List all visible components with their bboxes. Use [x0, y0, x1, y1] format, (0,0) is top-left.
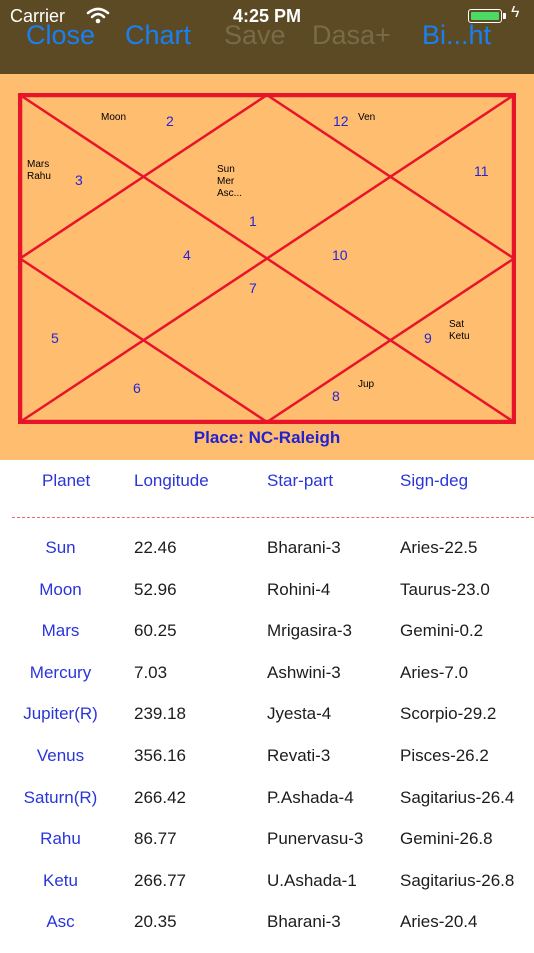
house-10-number: 10: [332, 247, 348, 263]
table-row: Mercury 7.03 Ashwini-3 Aries-7.0: [0, 663, 534, 704]
star-part-cell: Bharani-3: [267, 912, 341, 932]
house-1-number: 1: [249, 213, 257, 229]
longitude-cell: 356.16: [134, 746, 186, 765]
sign-deg-cell: Pisces-26.2: [400, 746, 489, 765]
planet-name-cell: Saturn(R): [23, 787, 98, 807]
header-star-part: Star-part: [267, 471, 334, 490]
birth-button[interactable]: Bi...ht: [422, 20, 491, 51]
longitude-cell: 266.77: [134, 870, 186, 890]
close-button[interactable]: Close: [26, 20, 95, 51]
planet-name-cell: Ketu: [43, 870, 78, 890]
star-part-cell: P.Ashada-4: [267, 787, 354, 807]
table-row: Jupiter(R) 239.18 Jyesta-4 Scorpio-29.2: [0, 704, 534, 745]
sign-deg-cell: Aries-20.4: [400, 912, 478, 932]
house-12-planets: Ven: [358, 112, 376, 123]
house-9-number: 9: [424, 330, 432, 346]
house-3-number: 3: [75, 172, 83, 188]
sign-deg-cell: Taurus-23.0: [400, 579, 490, 599]
table-row: Moon 52.96 Rohini-4 Taurus-23.0: [0, 580, 534, 621]
house-12-number: 12: [333, 113, 349, 129]
table-row: Venus 356.16 Revati-3 Pisces-26.2: [0, 746, 534, 787]
house-8-planets: Jup: [358, 379, 375, 390]
battery-tip: [503, 13, 506, 19]
longitude-cell: 86.77: [134, 829, 177, 849]
sign-deg-cell: Sagitarius-26.4: [400, 787, 515, 807]
planet-name-cell: Jupiter(R): [23, 704, 98, 724]
header-divider: [12, 517, 534, 518]
sign-deg-cell: Aries-7.0: [400, 662, 469, 682]
house-9-planets: Sat Ketu: [449, 319, 470, 342]
birth-chart-diagram: [18, 93, 516, 424]
longitude-cell: 52.96: [134, 579, 177, 599]
star-part-cell: Mrigasira-3: [267, 621, 353, 641]
save-button[interactable]: Save: [224, 20, 286, 51]
planet-name-cell: Mars: [41, 621, 80, 641]
star-part-cell: Ashwini-3: [267, 662, 341, 682]
house-11-number: 11: [474, 163, 489, 179]
planet-name-cell: Mercury: [29, 662, 92, 682]
table-row: Rahu 86.77 Punervasu-3 Gemini-26.8: [0, 829, 534, 870]
star-part-cell: U.Ashada-1: [267, 870, 357, 890]
longitude-cell: 239.18: [134, 704, 186, 724]
table-row: Saturn(R) 266.42 P.Ashada-4 Sagitarius-26.4: [0, 788, 534, 829]
house-8-number: 8: [332, 388, 340, 404]
house-3-planets: Mars Rahu: [27, 159, 51, 182]
sign-deg-cell: Aries-22.5: [400, 538, 478, 557]
table-row: Ketu 266.77 U.Ashada-1 Sagitarius-26.8: [0, 871, 534, 912]
charging-icon: ϟ: [511, 4, 520, 21]
dasa-button[interactable]: Dasa+: [312, 20, 391, 51]
table-row: Mars 60.25 Mrigasira-3 Gemini-0.2: [0, 621, 534, 662]
house-1-planets: Sun Mer Asc...: [217, 164, 243, 199]
sign-deg-cell: Sagitarius-26.8: [400, 870, 515, 890]
house-5-number: 5: [51, 330, 59, 346]
star-part-cell: Rohini-4: [267, 579, 331, 599]
house-7-number: 7: [249, 280, 257, 296]
planet-name-cell: Sun: [45, 538, 76, 557]
star-part-cell: Jyesta-4: [267, 704, 332, 724]
longitude-cell: 7.03: [134, 662, 168, 682]
longitude-cell: 20.35: [134, 912, 177, 932]
planet-name-cell: Venus: [36, 746, 85, 765]
place-label: Place: NC-Raleigh: [193, 428, 341, 447]
longitude-cell: 22.46: [134, 538, 177, 557]
header-planet: Planet: [42, 471, 91, 490]
longitude-cell: 60.25: [134, 621, 177, 641]
star-part-cell: Revati-3: [267, 746, 331, 765]
house-2-planets: Moon: [101, 112, 127, 123]
star-part-cell: Bharani-3: [267, 538, 341, 557]
planet-name-cell: Rahu: [40, 829, 81, 849]
header-longitude: Longitude: [134, 471, 209, 490]
star-part-cell: Punervasu-3: [267, 829, 364, 849]
house-6-number: 6: [133, 380, 141, 396]
chart-button[interactable]: Chart: [125, 20, 191, 51]
planet-name-cell: Asc: [46, 912, 75, 932]
sign-deg-cell: Gemini-26.8: [400, 829, 493, 849]
planet-name-cell: Moon: [39, 579, 82, 599]
sign-deg-cell: Gemini-0.2: [400, 621, 484, 641]
sign-deg-cell: Scorpio-29.2: [400, 704, 497, 724]
house-2-number: 2: [166, 113, 174, 129]
house-4-number: 4: [183, 247, 191, 263]
longitude-cell: 266.42: [134, 787, 186, 807]
table-row: Sun 22.46 Bharani-3 Aries-22.5: [0, 538, 534, 579]
header-sign-deg: Sign-deg: [400, 471, 469, 490]
table-row: Asc 20.35 Bharani-3 Aries-20.4: [0, 912, 534, 953]
